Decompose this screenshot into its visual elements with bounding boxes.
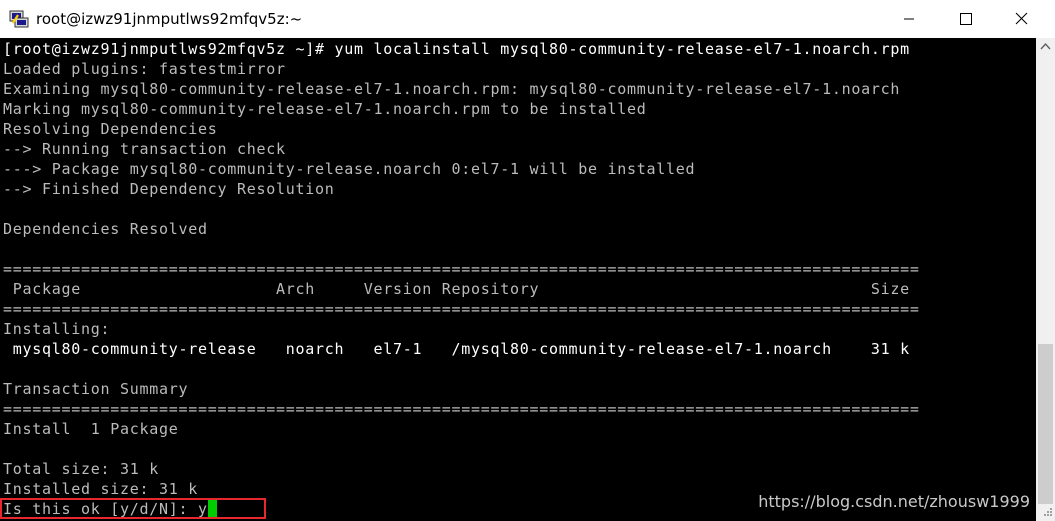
window-title: root@izwz91jnmputlws92mfqv5z:~ — [36, 10, 303, 28]
terminal-line: --> Running transaction check — [3, 140, 286, 158]
terminal-line: ---> Package mysql80-community-release.n… — [3, 160, 696, 178]
confirm-prompt: Is this ok [y/d/N]: — [3, 500, 199, 518]
minimize-button[interactable] — [886, 0, 932, 38]
terminal-line: Total size: 31 k — [3, 460, 160, 478]
terminal-line: Loaded plugins: fastestmirror — [3, 60, 286, 78]
terminal-line: Dependencies Resolved — [3, 220, 208, 238]
close-button[interactable] — [998, 0, 1044, 38]
terminal-line: --> Finished Dependency Resolution — [3, 180, 335, 198]
confirm-input[interactable]: y — [198, 500, 208, 518]
vertical-scrollbar[interactable] — [1036, 38, 1055, 521]
table-row: mysql80-community-release noarch el7-1 /… — [3, 340, 910, 358]
resize-grip-icon[interactable] — [1036, 504, 1055, 521]
title-bar[interactable]: root@izwz91jnmputlws92mfqv5z:~ — [0, 0, 1055, 38]
maximize-button[interactable] — [942, 0, 988, 38]
table-divider: ========================================… — [3, 400, 920, 418]
terminal-line: Install 1 Package — [3, 420, 179, 438]
watermark: https://blog.csdn.net/zhousw1999 — [758, 492, 1030, 511]
minimize-icon — [904, 18, 914, 20]
terminal-screen[interactable]: [root@izwz91jnmputlws92mfqv5z ~]# yum lo… — [0, 38, 1036, 521]
terminal-line: Resolving Dependencies — [3, 120, 218, 138]
scrollbar-thumb[interactable] — [1038, 344, 1053, 521]
terminal-output: [root@izwz91jnmputlws92mfqv5z ~]# yum lo… — [3, 39, 920, 519]
table-divider: ========================================… — [3, 260, 920, 278]
terminal-line: Marking mysql80-community-release-el7-1.… — [3, 100, 647, 118]
terminal-cursor — [207, 500, 217, 517]
close-icon — [1015, 12, 1028, 25]
terminal-line: [root@izwz91jnmputlws92mfqv5z ~]# yum lo… — [3, 40, 910, 58]
table-divider: ========================================… — [3, 300, 920, 318]
terminal-line: Transaction Summary — [3, 380, 189, 398]
putty-icon[interactable] — [9, 9, 29, 29]
terminal-line: Examining mysql80-community-release-el7-… — [3, 80, 901, 98]
scroll-up-arrow-icon[interactable] — [1036, 38, 1055, 55]
table-header: Package Arch Version Repository Size — [3, 280, 910, 298]
terminal-line: Installing: — [3, 320, 111, 338]
putty-window: root@izwz91jnmputlws92mfqv5z:~ [root@izw… — [0, 0, 1055, 521]
maximize-icon — [960, 13, 972, 25]
